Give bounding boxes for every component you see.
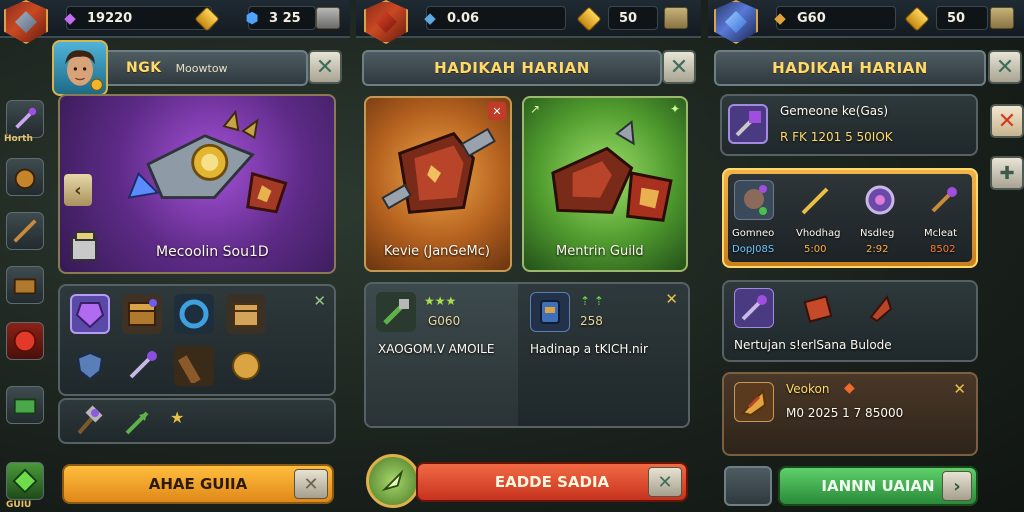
gold-coin-icon	[904, 6, 930, 32]
sub-rewards-panel: ★★★ G060 XAOGOM.V AMOILE ⇡ ⇡ 258 Hadinap…	[364, 282, 690, 428]
chevron-right-icon[interactable]: ›	[942, 471, 972, 501]
emblem-button[interactable]	[366, 454, 420, 508]
page-title: HADIKAH HARIAN	[362, 50, 662, 86]
close-icon[interactable]: ✕	[294, 469, 328, 499]
torch-icon: ◆	[774, 9, 786, 27]
purple-orb-icon[interactable]	[860, 180, 900, 220]
inventory-box-button[interactable]	[316, 7, 340, 29]
blue-ring-icon[interactable]	[174, 294, 214, 334]
wand-icon	[734, 288, 774, 328]
hero-portrait-icon[interactable]	[734, 180, 774, 220]
crystal-icon: ◆	[424, 9, 436, 27]
sidebar-item-ruby[interactable]	[6, 322, 44, 360]
primary-action-button[interactable]: IANNN UAIAN ›	[778, 466, 978, 506]
gold-coin-icon	[576, 6, 602, 32]
sapphire-shield-icon	[714, 0, 758, 44]
purple-gem-icon[interactable]	[70, 294, 110, 334]
inventory-box-button[interactable]	[990, 7, 1014, 29]
scepter-icon[interactable]	[924, 180, 964, 220]
reward-card[interactable]: Veokon ◆ M0 2025 1 7 85000 ✕	[722, 372, 978, 456]
axe-weapon-icon	[127, 109, 288, 214]
hammer-icon[interactable]	[68, 402, 108, 442]
crate-icon[interactable]	[226, 294, 266, 334]
currency-gold: 50	[608, 6, 658, 30]
grid-close-icon[interactable]: ✕	[313, 292, 326, 310]
resource-bar: ◆ 19220 ⬢ 3 25	[0, 0, 350, 44]
golden-shield-icon	[734, 382, 774, 422]
inventory-grid: ✕	[58, 284, 336, 396]
purple-hammer-icon	[728, 104, 768, 144]
blue-backpack-icon[interactable]	[530, 292, 570, 332]
ruby-shield-icon	[364, 0, 408, 44]
featured-item[interactable]: Gemeone ke(Gas) R FK 1201 5 50IOK	[720, 94, 978, 156]
diamond-icon: ◆	[844, 380, 855, 396]
close-button[interactable]: ✕	[308, 50, 342, 84]
primary-action-button[interactable]: EADDE SADIA ✕	[416, 462, 688, 502]
green-wand-icon[interactable]	[376, 292, 416, 332]
crate-icon	[798, 288, 838, 328]
coin-icon[interactable]	[226, 346, 266, 386]
close-button[interactable]: ✕	[988, 50, 1022, 84]
panel-character: ◆ 19220 ⬢ 3 25 NGK Moowtow ✕ ‹ Mecoolin …	[0, 0, 350, 512]
close-button[interactable]: ✕	[662, 50, 696, 84]
plank-icon[interactable]	[174, 346, 214, 386]
chevron-left-icon[interactable]: ‹	[64, 174, 92, 206]
close-icon[interactable]: ✕	[648, 467, 682, 497]
sidebar-item-sword[interactable]	[6, 100, 44, 138]
inventory-box-button[interactable]	[664, 7, 688, 29]
golden-spear-icon[interactable]	[796, 180, 836, 220]
item-strip: ★	[58, 398, 336, 444]
resource-bar: ◆ 0.06 50	[356, 0, 701, 44]
stars-icon: ★★★	[424, 294, 457, 308]
sidebar-item-emerald[interactable]	[6, 462, 44, 500]
main-item-card[interactable]: ‹ Mecoolin Sou1D	[58, 94, 336, 274]
close-red-button[interactable]: ✕	[990, 104, 1024, 138]
hammer-weapon-icon	[381, 127, 496, 214]
shield-icon	[860, 288, 900, 328]
sidebar-item-pouch[interactable]	[6, 158, 44, 196]
currency-gold: 50	[936, 6, 988, 30]
panel-shop: ◆ G60 50 HADIKAH HARIAN ✕ ✕ ✚ Gemeone ke…	[708, 0, 1024, 512]
axe-shield-icon	[551, 119, 673, 222]
card-orange[interactable]: ✕ Kevie (JanGeMc)	[364, 96, 512, 272]
items-row: Gomneo DopJ08S Vhodhag 5:00 Nsdleg 2:92 …	[722, 168, 978, 268]
currency-blue: ⬢ 3 25	[245, 6, 316, 30]
currency-gems: ◆ G60	[774, 6, 896, 30]
sidebar-item-spear[interactable]	[6, 212, 44, 250]
page-title: HADIKAH HARIAN	[714, 50, 986, 86]
avatar[interactable]	[52, 40, 108, 96]
anvil-icon	[68, 230, 102, 268]
currency-gems: ◆ 19220	[64, 6, 212, 30]
arrow-icon[interactable]	[118, 402, 158, 442]
chest-icon[interactable]	[122, 294, 162, 334]
puzzle-button[interactable]: ✚	[990, 156, 1024, 190]
primary-action-button[interactable]: AHAE GUIIA ✕	[62, 464, 334, 504]
close-icon[interactable]: ✕	[953, 380, 966, 398]
sidebar-item-chest[interactable]	[6, 266, 44, 304]
wand-icon[interactable]	[122, 346, 162, 386]
close-icon[interactable]: ✕	[665, 290, 678, 308]
panel-daily: ◆ 0.06 50 HADIKAH HARIAN ✕ ✕ Kevie (JanG…	[356, 0, 701, 512]
bundle-row[interactable]: Nertujan s!erlSana Bulode	[722, 280, 978, 362]
shield-icon[interactable]	[70, 346, 110, 386]
currency-gems: ◆ 0.06	[424, 6, 566, 30]
resource-bar: ◆ G60 50	[708, 0, 1024, 44]
card-green[interactable]: ✦ ↗ Mentrin Guild	[522, 96, 688, 272]
crystal-icon: ◆	[64, 9, 76, 27]
up-arrows-icon: ⇡ ⇡	[580, 294, 604, 308]
shield-gem-icon	[4, 0, 48, 44]
sidebar-item-green-chest[interactable]	[6, 386, 44, 424]
secondary-button[interactable]	[724, 466, 772, 506]
blue-gem-icon: ⬢	[245, 9, 259, 27]
star-icon: ★	[170, 408, 185, 427]
main-item-label: Mecoolin Sou1D	[156, 244, 269, 260]
